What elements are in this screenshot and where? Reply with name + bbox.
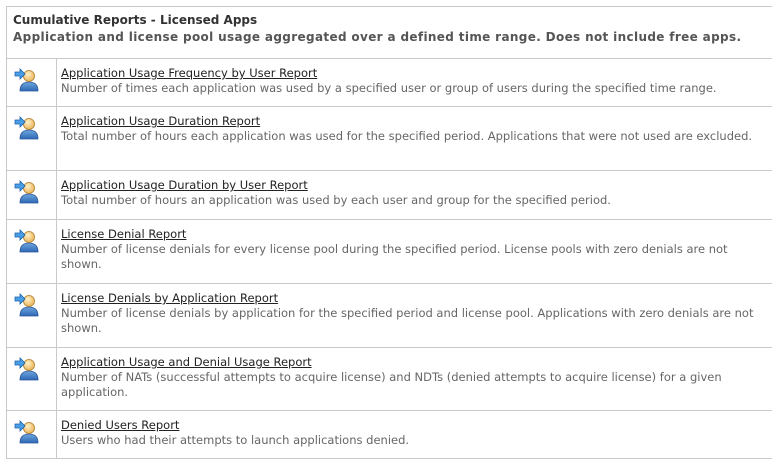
report-link[interactable]: Application Usage Duration by User Repor… (61, 178, 308, 193)
report-row: Application Usage Duration by User Repor… (7, 171, 772, 220)
report-row: License Denial Report Number of license … (7, 220, 772, 284)
report-icon-cell (7, 284, 57, 347)
report-icon-cell (7, 171, 57, 219)
report-link[interactable]: Application Usage Duration Report (61, 114, 260, 129)
report-icon-cell (7, 220, 57, 283)
report-link[interactable]: Denied Users Report (61, 418, 179, 433)
user-arrow-icon (14, 68, 39, 92)
report-description: Total number of hours an application was… (61, 193, 611, 207)
report-link[interactable]: Application Usage Frequency by User Repo… (61, 66, 317, 81)
report-description: Users who had their attempts to launch a… (61, 433, 410, 447)
report-description: Number of license denials by application… (61, 306, 754, 335)
report-icon-cell (7, 411, 57, 458)
report-description: Number of NATs (successful attempts to a… (61, 370, 722, 399)
report-icon-cell (7, 59, 57, 106)
user-arrow-icon (14, 420, 39, 444)
report-link[interactable]: License Denials by Application Report (61, 291, 278, 306)
report-icon-cell (7, 348, 57, 410)
report-description: Number of times each application was use… (61, 81, 717, 95)
report-row: License Denials by Application Report Nu… (7, 284, 772, 348)
user-arrow-icon (14, 180, 39, 204)
report-link[interactable]: Application Usage and Denial Usage Repor… (61, 355, 312, 370)
report-icon-cell (7, 107, 57, 170)
report-row: Denied Users Report Users who had their … (7, 411, 772, 459)
report-row: Application Usage Frequency by User Repo… (7, 59, 772, 107)
report-row: Application Usage and Denial Usage Repor… (7, 348, 772, 411)
user-arrow-icon (14, 229, 39, 253)
panel-header: Cumulative Reports - Licensed Apps Appli… (7, 7, 772, 59)
user-arrow-icon (14, 293, 39, 317)
report-description: Number of license denials for every lice… (61, 242, 728, 271)
panel-title: Cumulative Reports - Licensed Apps (13, 13, 258, 27)
panel-subtitle: Application and license pool usage aggre… (13, 30, 742, 44)
user-arrow-icon (14, 357, 39, 381)
cumulative-reports-panel: Cumulative Reports - Licensed Apps Appli… (6, 6, 772, 459)
report-row: Application Usage Duration Report Total … (7, 107, 772, 171)
report-link[interactable]: License Denial Report (61, 227, 186, 242)
user-arrow-icon (14, 116, 39, 140)
report-description: Total number of hours each application w… (61, 129, 753, 143)
